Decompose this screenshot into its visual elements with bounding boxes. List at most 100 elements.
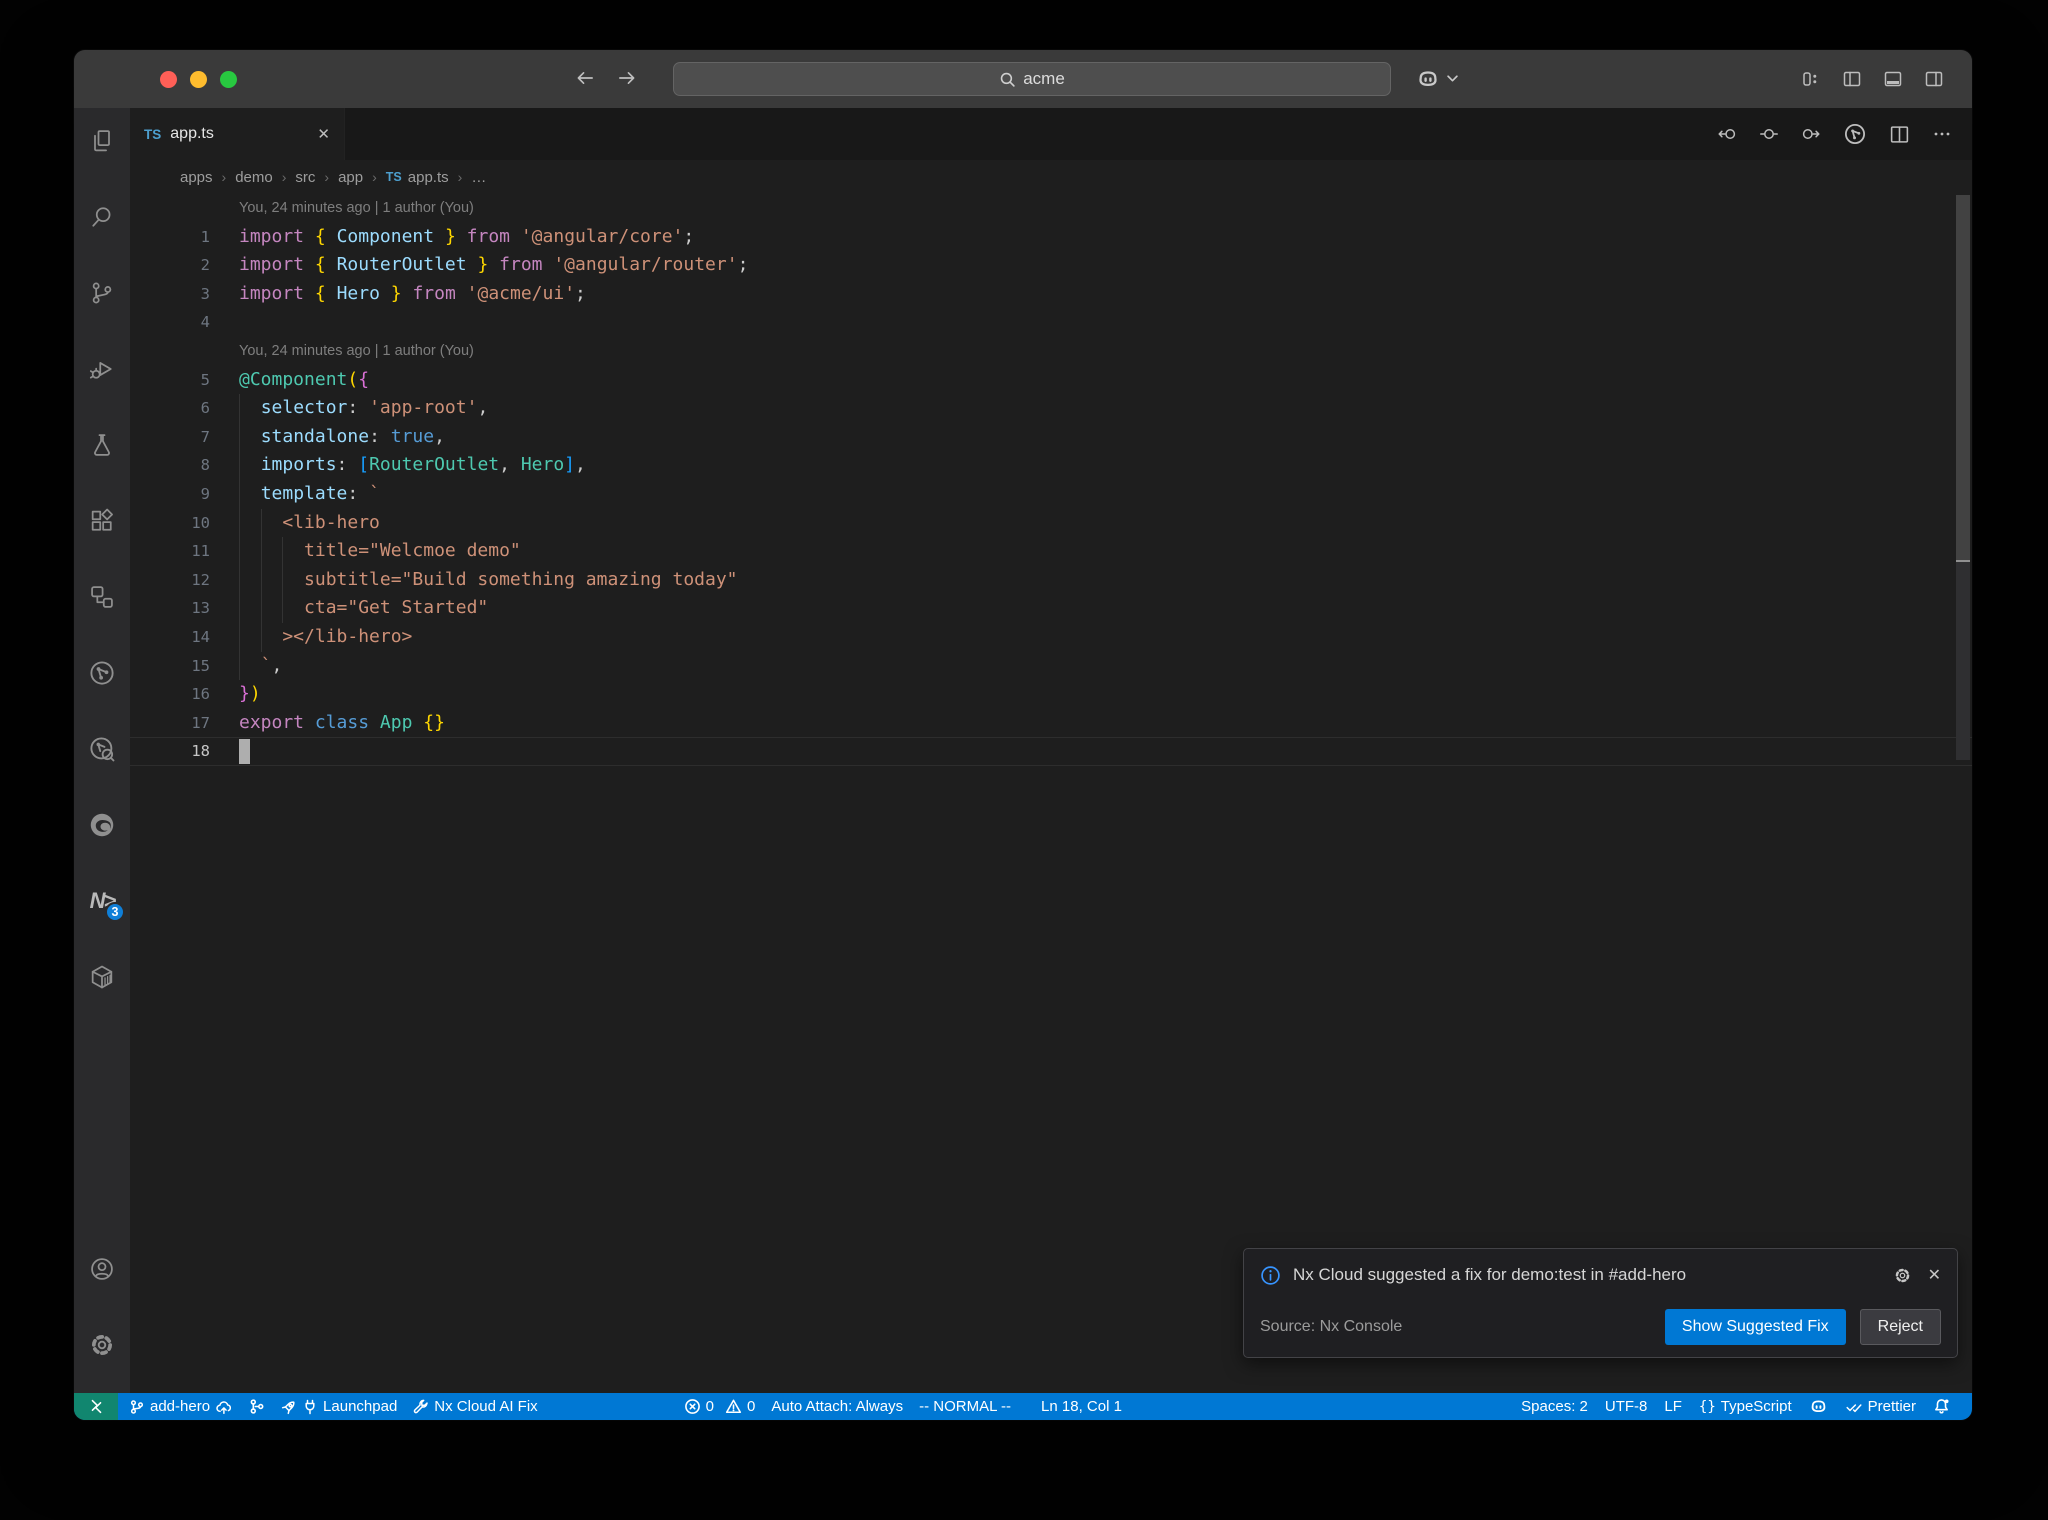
code-line-2[interactable]: 2 import { RouterOutlet } from '@angular/… — [130, 251, 1972, 280]
settings-gear-icon[interactable] — [87, 1330, 117, 1360]
notifications-bell-icon[interactable] — [1933, 1398, 1950, 1415]
tab-close-icon[interactable]: ✕ — [317, 125, 330, 143]
formatter-item[interactable]: Prettier — [1845, 1398, 1916, 1415]
account-icon[interactable] — [87, 1254, 117, 1284]
navigate-back-icon[interactable] — [574, 67, 596, 89]
code-line-9[interactable]: 9 template: ` — [130, 479, 1972, 509]
previous-change-icon[interactable] — [1717, 124, 1737, 144]
toggle-sidebar-left-icon[interactable] — [1842, 69, 1862, 89]
remote-indicator[interactable] — [74, 1393, 118, 1420]
toggle-panel-icon[interactable] — [1883, 69, 1903, 89]
warning-icon — [725, 1399, 742, 1414]
double-check-icon — [1846, 1403, 1862, 1412]
edge-browser-icon[interactable] — [87, 810, 117, 840]
code-line-12[interactable]: 12 subtitle="Build something amazing tod… — [130, 565, 1972, 595]
text-cursor — [239, 739, 250, 765]
code-editor[interactable]: You, 24 minutes ago | 1 author (You) 1 imp… — [130, 194, 1972, 1393]
nx-console-icon[interactable]: N> 3 — [87, 886, 125, 922]
graph-search-icon[interactable] — [87, 734, 117, 764]
activity-bar: N> 3 — [74, 108, 130, 1393]
command-center[interactable]: acme — [673, 62, 1391, 96]
code-line-8[interactable]: 8 imports: [RouterOutlet, Hero], — [130, 451, 1972, 480]
search-sidebar-icon[interactable] — [87, 202, 117, 232]
zoom-window-button[interactable] — [220, 71, 237, 88]
run-debug-icon[interactable] — [87, 354, 117, 384]
auto-attach-item[interactable]: Auto Attach: Always — [771, 1398, 903, 1415]
scrollbar-thumb[interactable] — [1956, 195, 1970, 560]
chevron-right-icon: › — [372, 169, 377, 185]
cursor-position-item[interactable]: Ln 18, Col 1 — [1041, 1398, 1122, 1415]
wrench-icon — [414, 1399, 429, 1413]
testing-icon[interactable] — [87, 430, 117, 460]
breadcrumb-item[interactable]: app — [338, 169, 363, 186]
encoding-item[interactable]: UTF-8 — [1605, 1398, 1648, 1415]
code-line-17[interactable]: 17 export class App {} — [130, 709, 1972, 738]
reject-button[interactable]: Reject — [1859, 1309, 1941, 1345]
code-line-3[interactable]: 3 import { Hero } from '@acme/ui'; — [130, 280, 1972, 309]
code-line-13[interactable]: 13 cta="Get Started" — [130, 594, 1972, 623]
language-mode-item[interactable]: {} TypeScript — [1699, 1398, 1792, 1415]
code-line-18[interactable]: 18 — [130, 737, 1972, 766]
copilot-menu[interactable] — [1416, 67, 1458, 91]
breadcrumb-item[interactable]: demo — [235, 169, 273, 186]
launchpad-item[interactable]: Launchpad — [281, 1398, 397, 1415]
git-branch-item[interactable]: add-hero — [129, 1398, 232, 1415]
code-line-10[interactable]: 10 <lib-hero — [130, 508, 1972, 538]
navigate-forward-icon[interactable] — [616, 67, 638, 89]
code-line-7[interactable]: 7 standalone: true, — [130, 422, 1972, 452]
breadcrumb-item[interactable]: … — [471, 169, 486, 186]
vscode-window: acme N> 3 TS app.ts ✕ apps › demo › src … — [74, 50, 1972, 1420]
vim-mode-item[interactable]: -- NORMAL -- — [919, 1398, 1011, 1415]
source-control-icon[interactable] — [87, 278, 117, 308]
chevron-right-icon: › — [457, 169, 463, 185]
blame-annotation[interactable]: You, 24 minutes ago | 1 author (You) — [130, 194, 1972, 223]
code-line-5[interactable]: 5 @Component({ — [130, 366, 1972, 395]
code-line-1[interactable]: 1 import { Component } from '@angular/cor… — [130, 223, 1972, 252]
indentation-item[interactable]: Spaces: 2 — [1521, 1398, 1588, 1415]
breadcrumb: apps › demo › src › app › TS app.ts › … — [130, 160, 1972, 194]
copilot-status-icon[interactable] — [1809, 1397, 1828, 1416]
blame-annotation[interactable]: You, 24 minutes ago | 1 author (You) — [130, 337, 1972, 366]
commit-node-icon[interactable] — [1759, 124, 1779, 144]
related-views-icon[interactable] — [87, 582, 117, 612]
code-line-6[interactable]: 6 selector: 'app-root', — [130, 394, 1972, 423]
chevron-down-icon — [1447, 75, 1458, 83]
code-line-15[interactable]: 15 `, — [130, 651, 1972, 681]
notification-close-icon[interactable]: ✕ — [1928, 1265, 1941, 1285]
code-line-11[interactable]: 11 title="Welcmoe demo" — [130, 537, 1972, 566]
code-line-16[interactable]: 16}) — [130, 680, 1972, 709]
split-editor-icon[interactable] — [1889, 124, 1910, 145]
tab-app-ts[interactable]: TS app.ts ✕ — [130, 108, 345, 160]
chevron-right-icon: › — [221, 169, 227, 185]
close-window-button[interactable] — [160, 71, 177, 88]
breadcrumb-item[interactable]: app.ts — [408, 169, 449, 186]
notification-title: Nx Cloud suggested a fix for demo:test i… — [1293, 1265, 1687, 1284]
container-package-icon[interactable] — [87, 962, 117, 992]
notification-settings-gear-icon[interactable] — [1893, 1266, 1912, 1285]
show-suggested-fix-button[interactable]: Show Suggested Fix — [1664, 1309, 1846, 1345]
minimize-window-button[interactable] — [190, 71, 207, 88]
commit-graph-item[interactable] — [248, 1398, 265, 1415]
graph-circle-icon[interactable] — [1843, 122, 1867, 146]
code-line-14[interactable]: 14 ></lib-hero> — [130, 622, 1972, 652]
more-actions-icon[interactable] — [1932, 124, 1952, 144]
braces-icon: {} — [1698, 1398, 1716, 1415]
toggle-sidebar-right-icon[interactable] — [1924, 69, 1944, 89]
notification-toast: Nx Cloud suggested a fix for demo:test i… — [1243, 1248, 1958, 1358]
eol-item[interactable]: LF — [1664, 1398, 1682, 1415]
breadcrumb-item[interactable]: src — [295, 169, 315, 186]
editor-scrollbar[interactable] — [1956, 194, 1970, 1393]
rocket-icon — [281, 1400, 295, 1414]
extensions-icon[interactable] — [87, 506, 117, 536]
project-graph-icon[interactable] — [87, 658, 117, 688]
next-change-icon[interactable] — [1801, 124, 1821, 144]
customize-layout-icon[interactable] — [1801, 69, 1821, 89]
search-icon — [999, 71, 1016, 88]
plug-icon — [305, 1399, 315, 1414]
status-bar: add-hero Launchpad Nx Cloud AI Fix 0 0 A… — [74, 1393, 1972, 1420]
explorer-icon[interactable] — [87, 126, 117, 156]
code-line-4[interactable]: 4 — [130, 308, 1972, 337]
problems-item[interactable]: 0 0 — [684, 1398, 755, 1415]
nx-cloud-ai-fix-item[interactable]: Nx Cloud AI Fix — [413, 1398, 538, 1415]
breadcrumb-item[interactable]: apps — [180, 169, 213, 186]
